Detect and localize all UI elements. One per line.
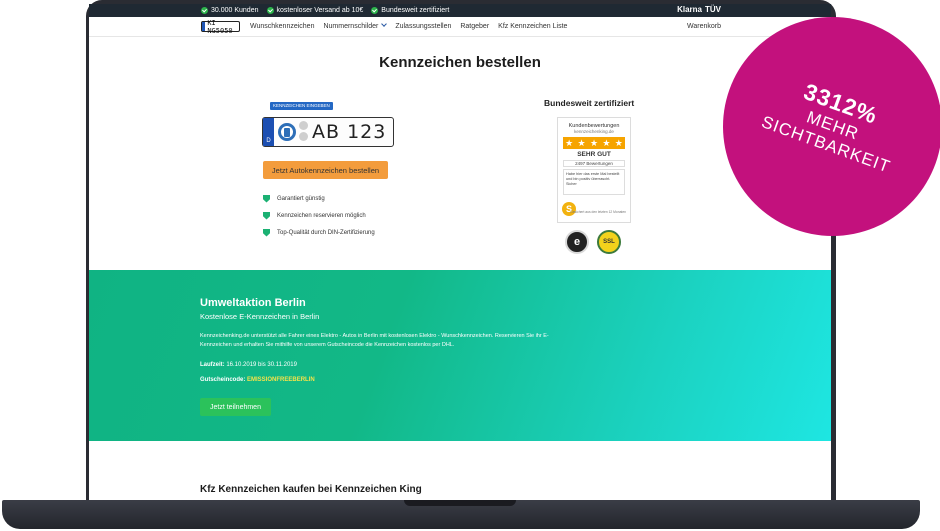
shield-check-icon	[263, 228, 270, 237]
participate-button[interactable]: Jetzt teilnehmen	[200, 398, 271, 416]
order-plate-button[interactable]: Jetzt Autokennzeichen bestellen	[263, 161, 388, 179]
campaign-code: Gutscheincode: EMISSIONFREEBERLIN	[200, 377, 315, 383]
usp-label: 30.000 Kunden	[211, 7, 259, 14]
nav-link-ratgeber[interactable]: Ratgeber	[460, 23, 489, 30]
main-nav: KI NG5050 Wunschkennzeichen Nummernschil…	[89, 17, 831, 37]
review-quote: Habe hier das erste Mal bestellt und bin…	[563, 169, 625, 195]
usp-label: Bundesweit zertifiziert	[381, 7, 450, 14]
plate-seals	[274, 118, 312, 146]
trusted-shops-badge[interactable]: e	[565, 230, 589, 254]
runtime-value: 16.10.2019 bis 30.11.2019	[226, 362, 297, 368]
chevron-down-icon	[381, 21, 388, 27]
benefit-label: Garantiert günstig	[277, 195, 325, 202]
code-value: EMISSIONFREEBERLIN	[247, 377, 315, 383]
usp-item: Bundesweit zertifiziert	[371, 7, 449, 14]
license-plate-input[interactable]: D AB 123	[262, 117, 394, 147]
review-footer: Gesichert aus den letzten 12 Monaten	[570, 210, 626, 214]
klarna-logo: Klarna	[677, 5, 702, 14]
plate-input-badge: KENNZEICHEN EINGEBEN	[270, 102, 333, 110]
nav-link-nummernschilder[interactable]: Nummernschilder	[323, 21, 388, 30]
star-icon: ★	[577, 138, 586, 148]
eu-band: D	[263, 118, 274, 146]
nav-link-label: Nummernschilder	[323, 23, 379, 30]
usp-item: kostenloser Versand ab 10€	[266, 7, 364, 14]
benefit-label: Top-Qualität durch DIN-Zertifizierung	[277, 229, 375, 236]
visibility-sticker: 3312% MEHR SICHTBARKEIT	[723, 17, 940, 236]
star-icon: ★	[589, 138, 599, 148]
site-logo[interactable]: KI NG5050	[201, 18, 240, 35]
code-label: Gutscheincode:	[200, 377, 246, 383]
check-icon	[371, 7, 379, 14]
laptop-notch	[404, 500, 516, 506]
runtime-label: Laufzeit:	[200, 362, 225, 368]
stage: 30.000 Kunden kostenloser Versand ab 10€…	[0, 0, 940, 531]
benefit-item: Kennzeichen reservieren möglich	[263, 207, 375, 224]
certification-title: Bundesweit zertifiziert	[544, 98, 635, 108]
campaign-runtime: Laufzeit: 16.10.2019 bis 30.11.2019	[200, 362, 297, 368]
plate-text: AB 123	[312, 121, 387, 143]
star-icon: ★	[565, 138, 574, 148]
registration-seal-icon	[277, 123, 296, 141]
campaign-title: Umweltaktion Berlin	[200, 297, 306, 309]
tuv-seal-icon	[298, 121, 309, 143]
rating-stars: ★ ★ ★ ★ ★	[563, 137, 625, 149]
nav-link-kennzeichen-liste[interactable]: Kfz Kennzeichen Liste	[498, 23, 567, 30]
shield-check-icon	[263, 194, 270, 203]
review-count: 2497 Bewertungen	[563, 160, 625, 167]
nav-link-wunschkennzeichen[interactable]: Wunschkennzeichen	[250, 23, 314, 30]
campaign-section: Umweltaktion Berlin Kostenlose E-Kennzei…	[89, 270, 831, 441]
shield-check-icon	[263, 211, 270, 220]
star-icon: ★	[614, 138, 623, 148]
campaign-text: Kennzeichenking.de unterstützt alle Fahr…	[200, 333, 549, 349]
usp-label: kostenloser Versand ab 10€	[276, 7, 364, 14]
review-widget[interactable]: Kundenbewertungen kennzeichenking.de ★ ★ ★…	[557, 117, 631, 223]
cart-link[interactable]: Warenkorb	[687, 23, 721, 30]
tuv-logo: TÜV	[705, 5, 721, 14]
logo-text: KI NG5050	[207, 18, 233, 35]
rating-grade: SEHR GUT	[577, 151, 611, 158]
check-icon	[266, 7, 274, 14]
check-icon	[201, 7, 208, 14]
section-heading: Kfz Kennzeichen kaufen bei Kennzeichen K…	[200, 484, 422, 495]
laptop-screen: 30.000 Kunden kostenloser Versand ab 10€…	[89, 4, 831, 500]
usp-item: 30.000 Kunden	[201, 7, 259, 14]
usp-bar: 30.000 Kunden kostenloser Versand ab 10€…	[89, 4, 831, 17]
benefit-label: Kennzeichen reservieren möglich	[277, 212, 366, 219]
ssl-badge: SSL	[597, 230, 621, 254]
nav-link-zulassungsstellen[interactable]: Zulassungsstellen	[395, 23, 451, 30]
benefit-item: Top-Qualität durch DIN-Zertifizierung	[263, 224, 375, 241]
benefit-item: Garantiert günstig	[263, 190, 375, 207]
campaign-subtitle: Kostenlose E-Kennzeichen in Berlin	[200, 312, 320, 321]
nav-links: Wunschkennzeichen Nummernschilder Zulass…	[250, 21, 567, 30]
review-widget-domain: kennzeichenking.de	[574, 129, 614, 134]
eu-strip	[202, 22, 206, 31]
partner-logos: Klarna TÜV	[677, 5, 721, 14]
benefit-list: Garantiert günstig Kennzeichen reservier…	[263, 190, 375, 241]
star-icon: ★	[602, 138, 611, 148]
page-title: Kennzeichen bestellen	[379, 54, 541, 71]
